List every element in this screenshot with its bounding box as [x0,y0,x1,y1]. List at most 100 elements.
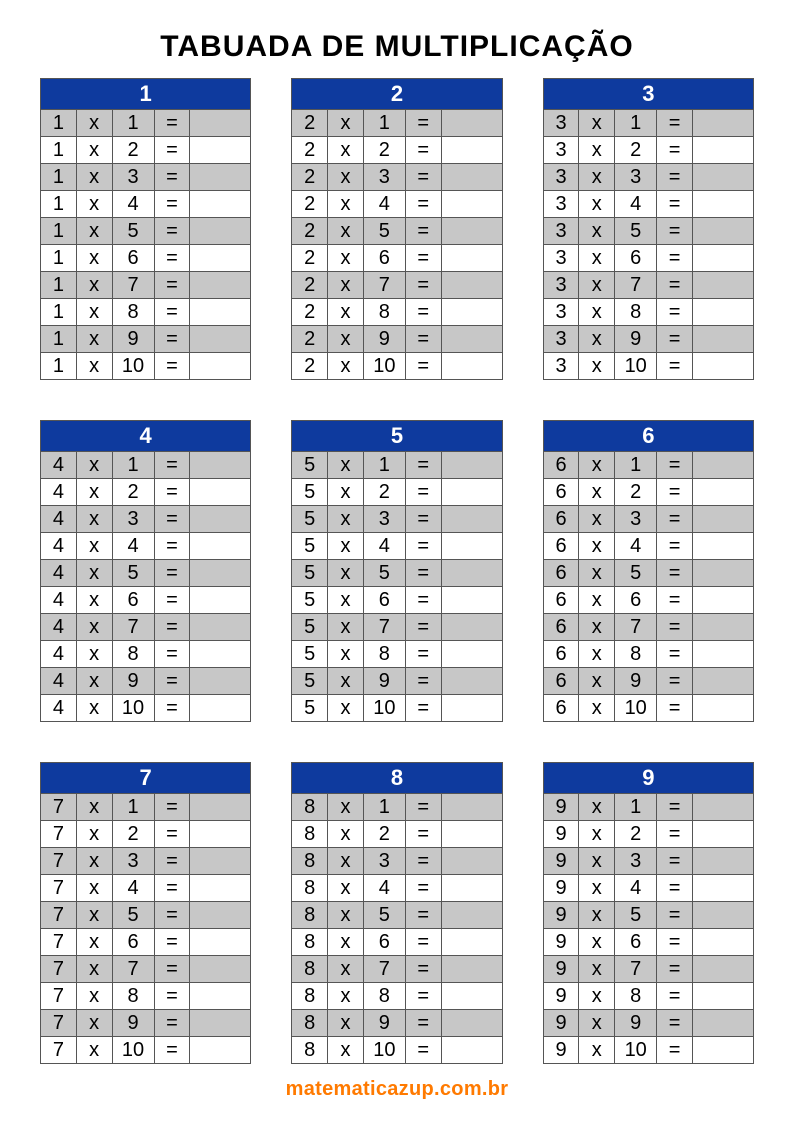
table-row: 6x2= [543,479,753,506]
times-symbol: x [76,1010,112,1037]
multiplicand: 1 [41,110,77,137]
times-symbol: x [76,902,112,929]
answer-blank [692,587,753,614]
table-row: 9x4= [543,875,753,902]
multiplicand: 7 [41,821,77,848]
multiplicand: 3 [543,299,579,326]
times-symbol: x [328,533,364,560]
table-row: 9x10= [543,1037,753,1064]
table-row: 1x3= [41,164,251,191]
times-symbol: x [328,614,364,641]
answer-blank [692,191,753,218]
multiplier: 9 [363,1010,405,1037]
table-row: 1x9= [41,326,251,353]
times-symbol: x [579,1010,615,1037]
table-row: 7x1= [41,794,251,821]
multiplier: 6 [363,929,405,956]
equals-symbol: = [154,164,190,191]
answer-blank [190,902,251,929]
answer-blank [692,452,753,479]
answer-blank [190,614,251,641]
equals-symbol: = [154,668,190,695]
multiplicand: 8 [292,902,328,929]
equals-symbol: = [405,137,441,164]
equals-symbol: = [405,245,441,272]
answer-blank [692,983,753,1010]
equals-symbol: = [657,560,693,587]
multiplier: 3 [363,506,405,533]
times-symbol: x [579,137,615,164]
multiplicand: 5 [292,614,328,641]
multiplicand: 3 [543,137,579,164]
equals-symbol: = [405,875,441,902]
equals-symbol: = [154,506,190,533]
times-symbol: x [328,506,364,533]
table-row: 7x4= [41,875,251,902]
times-table-6: 66x1=6x2=6x3=6x4=6x5=6x6=6x7=6x8=6x9=6x1… [543,420,754,722]
multiplicand: 2 [292,110,328,137]
table-row: 7x7= [41,956,251,983]
times-symbol: x [76,695,112,722]
times-symbol: x [76,506,112,533]
multiplicand: 6 [543,668,579,695]
times-symbol: x [579,272,615,299]
equals-symbol: = [154,245,190,272]
equals-symbol: = [154,929,190,956]
table-row: 7x5= [41,902,251,929]
answer-blank [441,1037,502,1064]
times-symbol: x [579,794,615,821]
multiplicand: 5 [292,587,328,614]
multiplier: 7 [615,272,657,299]
multiplier: 4 [112,875,154,902]
multiplier: 9 [615,668,657,695]
times-symbol: x [579,164,615,191]
table-row: 9x7= [543,956,753,983]
answer-blank [441,668,502,695]
times-symbol: x [579,479,615,506]
times-symbol: x [579,353,615,380]
multiplication-table: 11x1=1x2=1x3=1x4=1x5=1x6=1x7=1x8=1x9=1x1… [40,78,251,380]
multiplicand: 5 [292,668,328,695]
equals-symbol: = [154,218,190,245]
multiplier: 8 [363,983,405,1010]
answer-blank [441,218,502,245]
table-row: 9x2= [543,821,753,848]
table-row: 1x4= [41,191,251,218]
multiplicand: 3 [543,245,579,272]
equals-symbol: = [405,353,441,380]
table-row: 6x8= [543,641,753,668]
multiplicand: 5 [292,506,328,533]
answer-blank [190,587,251,614]
answer-blank [190,452,251,479]
multiplicand: 8 [292,875,328,902]
answer-blank [441,299,502,326]
equals-symbol: = [154,1037,190,1064]
equals-symbol: = [405,218,441,245]
table-row: 9x3= [543,848,753,875]
table-row: 5x3= [292,506,502,533]
multiplier: 1 [615,110,657,137]
table-row: 4x2= [41,479,251,506]
equals-symbol: = [154,848,190,875]
multiplicand: 9 [543,956,579,983]
table-row: 6x10= [543,695,753,722]
multiplicand: 9 [543,821,579,848]
equals-symbol: = [657,137,693,164]
multiplicand: 2 [292,164,328,191]
multiplicand: 9 [543,983,579,1010]
times-symbol: x [579,902,615,929]
equals-symbol: = [154,641,190,668]
answer-blank [190,821,251,848]
multiplier: 7 [363,614,405,641]
answer-blank [441,929,502,956]
multiplicand: 1 [41,353,77,380]
equals-symbol: = [154,272,190,299]
times-symbol: x [328,1037,364,1064]
equals-symbol: = [657,587,693,614]
table-row: 6x4= [543,533,753,560]
multiplier: 8 [363,299,405,326]
multiplier: 3 [112,506,154,533]
table-row: 2x6= [292,245,502,272]
times-symbol: x [76,353,112,380]
times-symbol: x [328,641,364,668]
